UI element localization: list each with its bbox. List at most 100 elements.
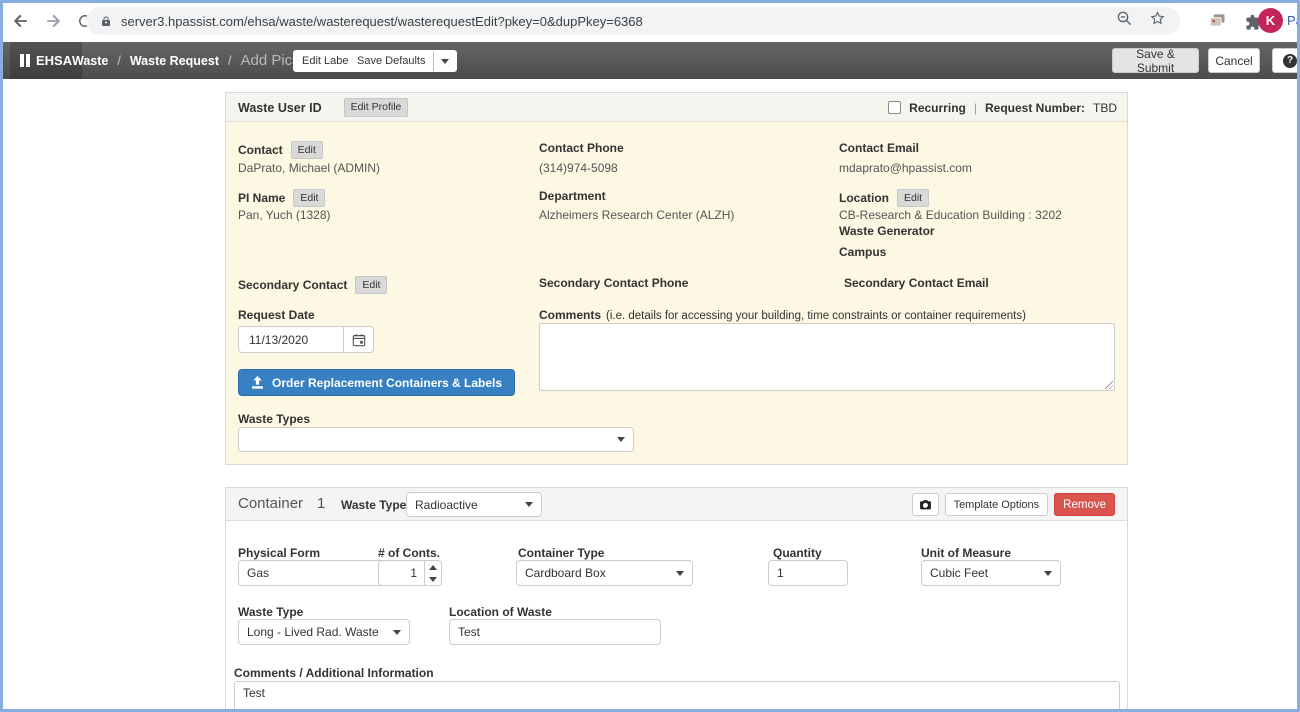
- browser-toolbar: server3.hpassist.com/ehsa/waste/wastereq…: [0, 0, 1300, 42]
- location-of-waste-input[interactable]: [449, 619, 661, 645]
- stepper-up[interactable]: [425, 561, 441, 573]
- waste-types-select[interactable]: [238, 427, 634, 452]
- zoom-out-icon[interactable]: [1116, 10, 1133, 32]
- location-value: CB-Research & Education Building : 3202: [839, 208, 1062, 222]
- save-submit-button[interactable]: Save & Submit: [1112, 48, 1199, 73]
- forward-icon[interactable]: [42, 10, 64, 32]
- template-options-button[interactable]: Template Options: [945, 493, 1049, 516]
- app-navbar: EHSA Waste / Waste Request / Add Pickup …: [0, 42, 1300, 79]
- app-grid-icon: [20, 54, 30, 67]
- url-text: server3.hpassist.com/ehsa/waste/wastereq…: [121, 14, 643, 29]
- breadcrumb-separator: /: [117, 54, 120, 68]
- bookmark-star-icon[interactable]: [1149, 10, 1166, 32]
- back-icon[interactable]: [10, 10, 32, 32]
- secondary-contact-label: Secondary Contact: [238, 278, 347, 292]
- caret-down-icon: [617, 437, 625, 442]
- address-bar[interactable]: server3.hpassist.com/ehsa/waste/wastereq…: [86, 7, 1180, 35]
- container-comments-label: Comments / Additional Information: [234, 666, 434, 680]
- brand-label: EHSA: [36, 53, 72, 68]
- unit-of-measure-label: Unit of Measure: [921, 546, 1011, 560]
- breadcrumb-waste[interactable]: Waste: [72, 54, 108, 68]
- caret-down-icon: [676, 571, 684, 576]
- container-number: 1: [317, 495, 325, 512]
- waste-type-header-select[interactable]: Radioactive: [406, 492, 542, 517]
- waste-type-value: Long - Lived Rad. Waste: [247, 625, 379, 639]
- waste-request-panel: Waste User ID Edit Profile Recurring | R…: [225, 92, 1128, 465]
- waste-generator-label: Waste Generator: [839, 224, 935, 238]
- container-comments-textarea[interactable]: Test: [234, 681, 1120, 712]
- caret-down-icon: [393, 630, 401, 635]
- arrow-down-icon: [429, 577, 437, 582]
- location-of-waste-label: Location of Waste: [449, 605, 552, 619]
- save-defaults-button[interactable]: Save Defaults: [348, 50, 457, 72]
- waste-type-label: Waste Type: [238, 605, 303, 619]
- request-date-input[interactable]: 11/13/2020: [238, 326, 374, 353]
- pi-name-edit-button[interactable]: Edit: [293, 189, 325, 207]
- remove-button[interactable]: Remove: [1054, 493, 1115, 516]
- physical-form-label: Physical Form: [238, 546, 320, 560]
- secondary-phone-label: Secondary Contact Phone: [539, 276, 688, 290]
- waste-user-header: Waste User ID Edit Profile Recurring | R…: [226, 93, 1127, 122]
- media-extension-icon[interactable]: [1206, 10, 1228, 32]
- campus-label: Campus: [839, 245, 886, 259]
- stepper-arrows[interactable]: [424, 561, 441, 585]
- container-title: Container: [238, 495, 303, 512]
- location-edit-button[interactable]: Edit: [897, 189, 929, 207]
- contact-phone-label: Contact Phone: [539, 141, 624, 155]
- profile-name: Pa: [1287, 13, 1300, 28]
- help-button[interactable]: ? H: [1272, 48, 1300, 73]
- recurring-checkbox[interactable]: [888, 101, 901, 114]
- waste-type-header-label: Waste Type: [341, 498, 406, 512]
- request-number-value: TBD: [1093, 101, 1117, 115]
- quantity-input[interactable]: [768, 560, 848, 586]
- quantity-label: Quantity: [773, 546, 822, 560]
- contact-label: Contact: [238, 143, 283, 157]
- waste-type-header-value: Radioactive: [415, 498, 478, 512]
- divider: |: [974, 101, 977, 115]
- container-type-select[interactable]: Cardboard Box: [516, 560, 693, 586]
- physical-form-value: Gas: [247, 566, 269, 580]
- camera-icon: [919, 498, 932, 512]
- unit-of-measure-select[interactable]: Cubic Feet: [921, 560, 1061, 586]
- photo-button[interactable]: [912, 493, 939, 516]
- num-containers-stepper[interactable]: 1: [378, 560, 442, 586]
- caret-down-icon: [1044, 571, 1052, 576]
- contact-email-label: Contact Email: [839, 141, 919, 155]
- waste-types-label: Waste Types: [238, 412, 310, 426]
- container-type-label: Container Type: [518, 546, 604, 560]
- save-defaults-label[interactable]: Save Defaults: [349, 51, 433, 71]
- contact-phone-value: (314)974-5098: [539, 161, 618, 175]
- num-containers-value: 1: [379, 561, 424, 585]
- calendar-picker-button[interactable]: [343, 327, 373, 352]
- pi-name-value: Pan, Yuch (1328): [238, 208, 331, 222]
- calendar-icon: [352, 333, 366, 347]
- caret-down-icon: [441, 59, 449, 64]
- caret-down-icon: [525, 502, 533, 507]
- arrow-up-icon: [429, 565, 437, 570]
- breadcrumb-separator: /: [228, 54, 231, 68]
- department-label: Department: [539, 189, 606, 203]
- request-date-label: Request Date: [238, 308, 315, 322]
- waste-type-select[interactable]: Long - Lived Rad. Waste: [238, 619, 410, 645]
- stepper-down[interactable]: [425, 573, 441, 585]
- edit-profile-button[interactable]: Edit Profile: [344, 98, 409, 116]
- contact-value: DaPrato, Michael (ADMIN): [238, 161, 380, 175]
- waste-user-id-label: Waste User ID: [238, 101, 322, 115]
- department-value: Alzheimers Research Center (ALZH): [539, 208, 734, 222]
- secondary-contact-edit-button[interactable]: Edit: [355, 276, 387, 294]
- save-defaults-dropdown[interactable]: [433, 51, 456, 71]
- lock-icon: [100, 15, 112, 27]
- cancel-button[interactable]: Cancel: [1208, 48, 1260, 73]
- request-date-value: 11/13/2020: [239, 333, 343, 347]
- profile-avatar[interactable]: K: [1258, 8, 1283, 33]
- browser-window: server3.hpassist.com/ehsa/waste/wastereq…: [0, 0, 1300, 712]
- comments-hint: (i.e. details for accessing your buildin…: [606, 310, 1026, 322]
- num-containers-label: # of Conts.: [378, 546, 440, 560]
- comments-textarea[interactable]: [539, 323, 1115, 391]
- breadcrumb-waste-request[interactable]: Waste Request: [130, 54, 219, 68]
- order-replacement-button[interactable]: Order Replacement Containers & Labels: [238, 369, 515, 396]
- container-header: Container 1 Waste Type Radioactive Templ…: [226, 488, 1127, 521]
- help-icon: ?: [1283, 54, 1297, 68]
- contact-edit-button[interactable]: Edit: [291, 141, 323, 159]
- comments-label: Comments: [539, 308, 601, 322]
